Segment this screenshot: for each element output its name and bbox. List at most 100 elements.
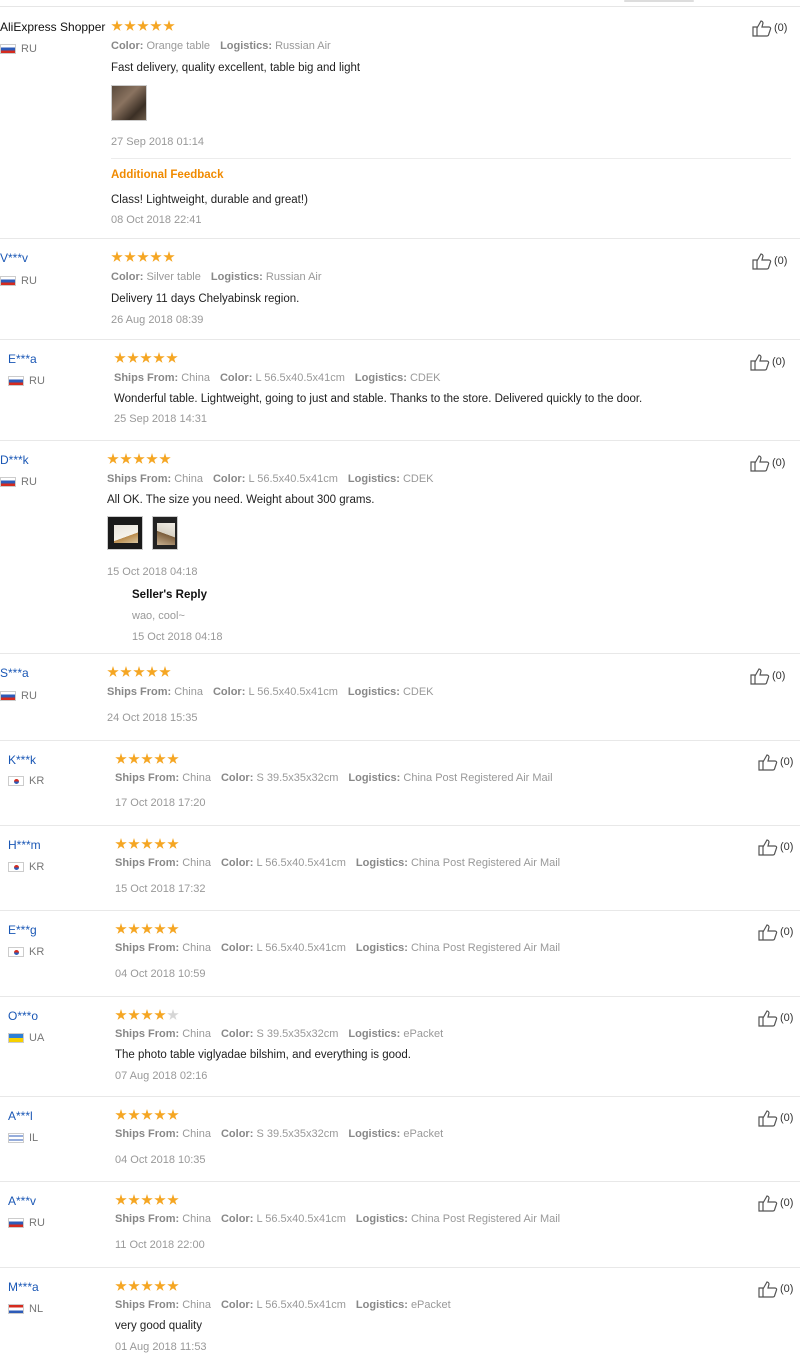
helpful-button[interactable]: (0): [750, 667, 785, 685]
country-code: RU: [29, 375, 45, 387]
reviewer-name[interactable]: H***m: [8, 838, 41, 852]
star-icon: [137, 20, 149, 31]
star-icon: [128, 1109, 140, 1120]
review-date: 25 Sep 2018 14:31: [114, 413, 207, 425]
star-icon: [107, 666, 119, 677]
star-icon: [114, 352, 126, 363]
star-icon: [124, 20, 136, 31]
helpful-button[interactable]: (0): [758, 753, 793, 771]
star-icon: [146, 453, 158, 464]
star-icon: [141, 1194, 153, 1205]
country-code: NL: [29, 1303, 44, 1315]
seller-reply-text: wao, cool~: [132, 610, 185, 622]
review-separator: [0, 996, 800, 997]
flag-icon: [8, 1033, 24, 1043]
reviewer-name[interactable]: S***a: [0, 666, 29, 680]
order-info: Color: Orange table Logistics: Russian Ai…: [111, 40, 331, 52]
review-date: 24 Oct 2018 15:35: [107, 712, 198, 724]
order-info: Ships From: China Color: L 56.5x40.5x41cm…: [114, 372, 441, 384]
helpful-button[interactable]: (0): [750, 454, 785, 472]
helpful-button[interactable]: (0): [758, 1280, 793, 1298]
star-icon: [111, 20, 123, 31]
reviewer-country: RU: [0, 690, 37, 702]
reviewer-name[interactable]: A***v: [8, 1194, 36, 1208]
helpful-button[interactable]: (0): [758, 838, 793, 856]
review-photo-thumbnail[interactable]: [107, 516, 143, 550]
country-code: RU: [21, 43, 37, 55]
helpful-button[interactable]: (0): [758, 1194, 793, 1212]
star-icon: [163, 20, 175, 31]
reviewer-name[interactable]: E***a: [8, 352, 37, 366]
star-icon: [146, 666, 158, 677]
star-rating: [115, 1280, 179, 1292]
star-icon: [128, 1009, 140, 1020]
thumbs-up-icon: [750, 354, 770, 371]
helpful-button[interactable]: (0): [758, 923, 793, 941]
helpful-button[interactable]: (0): [758, 1109, 793, 1127]
reviewer-name[interactable]: D***k: [0, 453, 29, 467]
additional-feedback-date: 08 Oct 2018 22:41: [111, 214, 202, 226]
reviewer-name[interactable]: K***k: [8, 753, 36, 767]
star-icon: [141, 838, 153, 849]
star-icon: [128, 838, 140, 849]
country-code: KR: [29, 861, 45, 873]
star-icon: [115, 923, 127, 934]
star-icon: [128, 753, 140, 764]
review-separator: [0, 440, 800, 441]
helpful-button[interactable]: (0): [752, 252, 787, 270]
helpful-button[interactable]: (0): [752, 19, 787, 37]
order-info: Ships From: China Color: L 56.5x40.5x41cm…: [115, 1213, 561, 1225]
star-icon: [154, 923, 166, 934]
star-icon: [115, 753, 127, 764]
review-date: 01 Aug 2018 11:53: [115, 1341, 207, 1353]
star-icon: [154, 1194, 166, 1205]
reviewer-name[interactable]: A***l: [8, 1109, 33, 1123]
star-rating: [115, 1009, 179, 1021]
review-separator: [0, 238, 800, 239]
helpful-count: (0): [774, 22, 788, 34]
star-rating: [114, 352, 178, 364]
star-icon: [166, 352, 178, 363]
star-icon: [120, 453, 132, 464]
additional-feedback-label: Additional Feedback: [111, 169, 224, 181]
flag-icon: [8, 1304, 24, 1314]
order-info: Ships From: China Color: L 56.5x40.5x41cm…: [107, 686, 434, 698]
flag-icon: [0, 276, 16, 286]
star-rating: [115, 1194, 179, 1206]
helpful-count: (0): [780, 1283, 794, 1295]
star-icon: [141, 1109, 153, 1120]
thumbs-up-icon: [758, 1281, 778, 1298]
review-date: 15 Oct 2018 17:32: [115, 883, 206, 895]
country-code: IL: [29, 1132, 39, 1144]
flag-icon: [8, 776, 24, 786]
helpful-count: (0): [780, 1197, 794, 1209]
reviewer-name[interactable]: AliExpress Shopper: [0, 20, 105, 34]
thumbs-up-icon: [758, 754, 778, 771]
country-code: KR: [29, 775, 45, 787]
star-icon: [133, 453, 145, 464]
helpful-button[interactable]: (0): [750, 353, 785, 371]
star-icon: [150, 20, 162, 31]
reviewer-country: RU: [0, 476, 37, 488]
reviewer-name[interactable]: V***v: [0, 251, 28, 265]
reviewer-name[interactable]: M***a: [8, 1280, 39, 1294]
reviewer-name[interactable]: E***g: [8, 923, 37, 937]
review-separator: [0, 1096, 800, 1097]
thumbs-up-icon: [758, 1010, 778, 1027]
helpful-count: (0): [780, 841, 794, 853]
reviewer-country: IL: [8, 1132, 38, 1144]
helpful-button[interactable]: (0): [758, 1009, 793, 1027]
country-code: KR: [29, 946, 45, 958]
order-info: Ships From: China Color: L 56.5x40.5x41cm…: [115, 857, 561, 869]
reviewer-name[interactable]: O***o: [8, 1009, 38, 1023]
top-divider: [0, 6, 800, 7]
star-icon: [141, 1009, 153, 1020]
thumbs-up-icon: [752, 20, 772, 37]
review-photo-thumbnail[interactable]: [152, 516, 178, 550]
star-icon: [115, 1194, 127, 1205]
star-icon: [153, 352, 165, 363]
helpful-count: (0): [772, 457, 786, 469]
helpful-count: (0): [780, 756, 794, 768]
seller-reply-date: 15 Oct 2018 04:18: [132, 631, 223, 643]
review-photo-thumbnail[interactable]: [111, 85, 147, 121]
